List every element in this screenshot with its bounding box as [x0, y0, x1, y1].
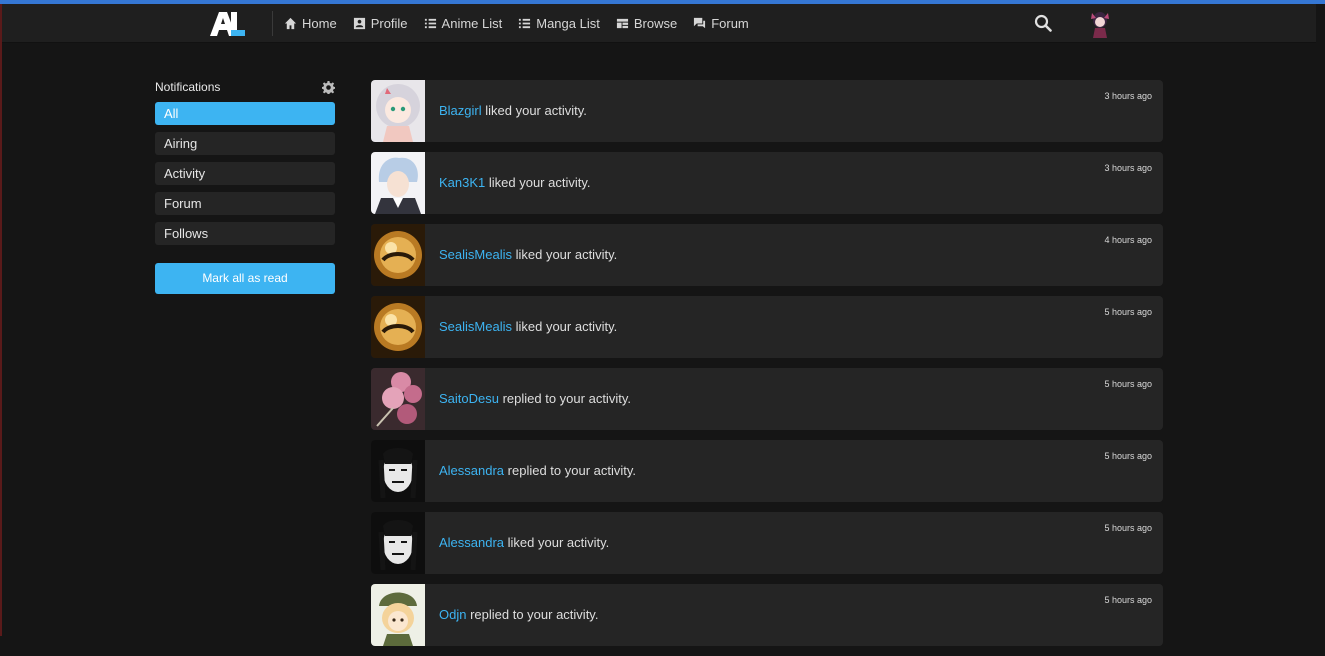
sidebar-header: Notifications: [155, 78, 335, 96]
sidebar-title: Notifications: [155, 80, 221, 94]
notification-username[interactable]: SaitoDesu: [439, 391, 499, 406]
search-icon[interactable]: [1034, 14, 1052, 32]
user-avatar[interactable]: [371, 368, 425, 430]
notification-time: 5 hours ago: [1104, 595, 1152, 605]
nav-home[interactable]: Home: [284, 16, 337, 31]
profile-icon: [353, 17, 365, 29]
user-avatar[interactable]: [371, 440, 425, 502]
notification-time: 5 hours ago: [1104, 307, 1152, 317]
notification-message: Blazgirl liked your activity.: [439, 103, 587, 118]
nav-divider: [272, 11, 273, 36]
notification-message: SaitoDesu replied to your activity.: [439, 391, 631, 406]
notification-message: Alessandra liked your activity.: [439, 535, 609, 550]
filter-activity[interactable]: Activity: [155, 162, 335, 185]
filter-forum[interactable]: Forum: [155, 192, 335, 215]
list-icon: [519, 18, 531, 28]
filter-airing[interactable]: Airing: [155, 132, 335, 155]
user-avatar[interactable]: [371, 512, 425, 574]
filter-follows[interactable]: Follows: [155, 222, 335, 245]
notification-time: 3 hours ago: [1104, 163, 1152, 173]
notification-username[interactable]: Kan3K1: [439, 175, 485, 190]
notification-username[interactable]: SealisMealis: [439, 247, 512, 262]
notification-message: SealisMealis liked your activity.: [439, 247, 617, 262]
notification-time: 3 hours ago: [1104, 91, 1152, 101]
notification-message: Alessandra replied to your activity.: [439, 463, 636, 478]
nav-forum[interactable]: Forum: [693, 16, 749, 31]
notification-item: Kan3K1 liked your activity. 3 hours ago: [371, 152, 1163, 214]
nav-links: Home Profile Anime List Manga List Brows…: [284, 4, 765, 42]
user-avatar[interactable]: [371, 80, 425, 142]
notification-item: Alessandra liked your activity. 5 hours …: [371, 512, 1163, 574]
notification-time: 5 hours ago: [1104, 523, 1152, 533]
gear-icon[interactable]: [322, 81, 335, 94]
notification-text: replied to your activity.: [504, 463, 637, 478]
nav-forum-label: Forum: [711, 15, 749, 31]
nav-anime-list[interactable]: Anime List: [424, 15, 503, 31]
notification-text: liked your activity.: [511, 319, 618, 334]
notification-feed: Blazgirl liked your activity. 3 hours ag…: [371, 80, 1163, 656]
user-avatar[interactable]: [371, 152, 425, 214]
notification-item: Blazgirl liked your activity. 3 hours ag…: [371, 80, 1163, 142]
user-avatar[interactable]: [371, 224, 425, 286]
nav-browse-label: Browse: [633, 15, 678, 31]
notification-username[interactable]: Blazgirl: [439, 103, 482, 118]
mark-all-read-button[interactable]: Mark all as read: [155, 263, 335, 294]
notification-username[interactable]: SealisMealis: [439, 319, 512, 334]
notification-item: Alessandra replied to your activity. 5 h…: [371, 440, 1163, 502]
notification-message: SealisMealis liked your activity.: [439, 319, 617, 334]
forum-icon: [694, 17, 706, 28]
user-avatar[interactable]: [1087, 10, 1113, 38]
notification-time: 4 hours ago: [1104, 235, 1152, 245]
filter-all[interactable]: All: [155, 102, 335, 125]
notification-text: replied to your activity.: [466, 607, 599, 622]
notification-message: Kan3K1 liked your activity.: [439, 175, 591, 190]
notification-text: liked your activity.: [485, 175, 591, 190]
notification-username[interactable]: Alessandra: [439, 535, 504, 550]
notification-username[interactable]: Odjn: [439, 607, 466, 622]
nav-manga-list[interactable]: Manga List: [518, 16, 600, 31]
notification-text: replied to your activity.: [498, 391, 631, 406]
notification-username[interactable]: Alessandra: [439, 463, 504, 478]
notification-time: 5 hours ago: [1104, 451, 1152, 461]
notification-text: liked your activity.: [511, 247, 618, 262]
notification-item: SaitoDesu replied to your activity. 5 ho…: [371, 368, 1163, 430]
home-icon: [284, 17, 297, 29]
notification-item: Odjn replied to your activity. 5 hours a…: [371, 584, 1163, 646]
browse-icon: [616, 18, 628, 28]
nav-home-label: Home: [302, 15, 337, 31]
user-avatar[interactable]: [371, 296, 425, 358]
nav-profile-label: Profile: [370, 15, 408, 31]
notification-message: Odjn replied to your activity.: [439, 607, 598, 622]
nav-profile[interactable]: Profile: [353, 16, 408, 31]
top-navbar: Home Profile Anime List Manga List Brows…: [2, 4, 1316, 43]
notification-text: liked your activity.: [481, 103, 587, 118]
nav-manga-list-label: Manga List: [536, 15, 600, 31]
nav-browse[interactable]: Browse: [616, 16, 677, 31]
nav-anime-list-label: Anime List: [441, 15, 503, 31]
notification-time: 5 hours ago: [1104, 379, 1152, 389]
notification-text: liked your activity.: [504, 535, 610, 550]
list-icon: [424, 18, 436, 28]
anilist-logo[interactable]: [208, 8, 248, 40]
notification-item: SealisMealis liked your activity. 5 hour…: [371, 296, 1163, 358]
window-edge: [0, 4, 2, 636]
notification-item: SealisMealis liked your activity. 4 hour…: [371, 224, 1163, 286]
notifications-sidebar: Notifications All Airing Activity Forum …: [155, 78, 335, 294]
user-avatar[interactable]: [371, 584, 425, 646]
